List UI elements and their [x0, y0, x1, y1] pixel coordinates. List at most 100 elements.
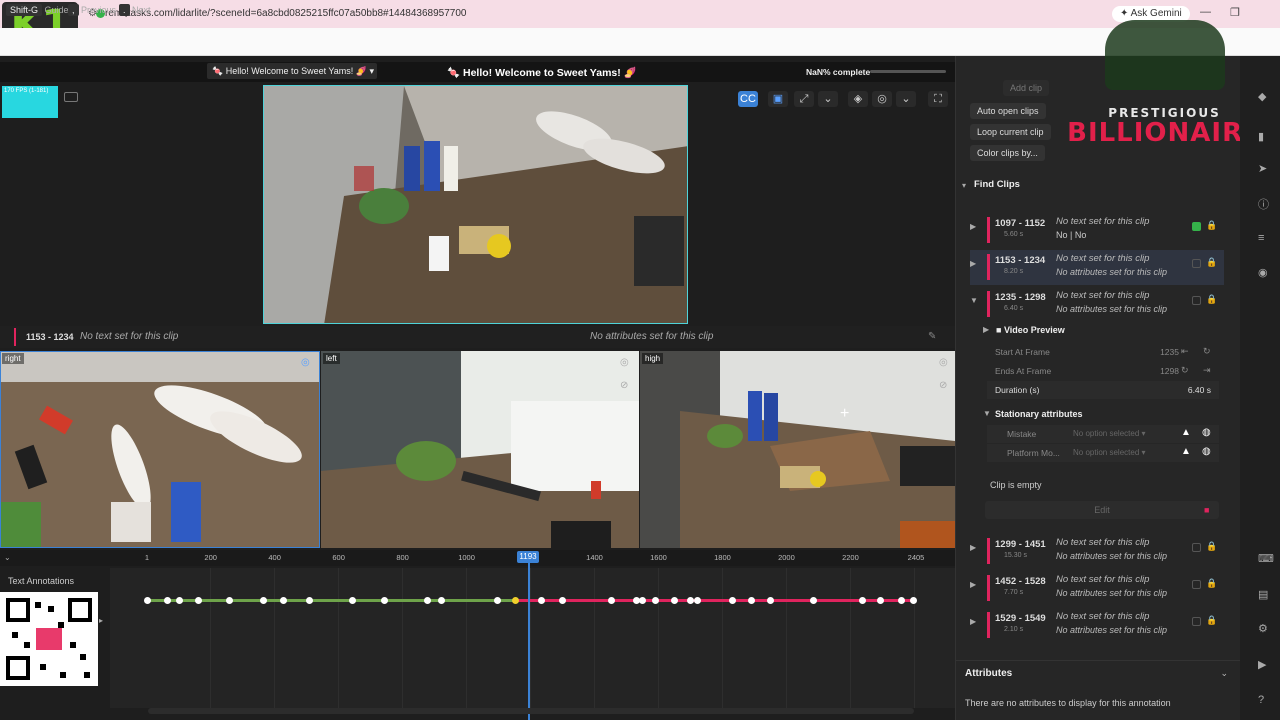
jump-start-icon[interactable]: ⇤	[1181, 346, 1189, 357]
url-field[interactable]: remotasks.com/lidarlite/?sceneId=6a8cbd0…	[105, 8, 466, 19]
camera-icon[interactable]: ▣	[768, 91, 788, 107]
clip-row[interactable]: ▶ 1153 - 1234 8.20 s No text set for thi…	[970, 250, 1224, 285]
keyframe-marker[interactable]	[910, 597, 917, 604]
stationary-attributes-heading[interactable]: Stationary attributes	[995, 409, 1083, 419]
list-icon[interactable]: ≡	[1258, 232, 1264, 244]
attr-select[interactable]: No option selected ▾	[1073, 448, 1146, 457]
clip-row[interactable]: ▼ 1235 - 1298 6.40 s No text set for thi…	[970, 287, 1224, 322]
tag-icon[interactable]: ◆	[1258, 90, 1266, 103]
chevron-right-icon[interactable]: ▶	[970, 580, 976, 589]
keyframe-marker[interactable]	[671, 597, 678, 604]
chevron-right-icon[interactable]: ▶	[970, 259, 976, 268]
lock-icon[interactable]: 🔒	[1206, 615, 1217, 626]
chevron-right-icon[interactable]: ▶	[983, 325, 989, 334]
target-icon[interactable]: ◎	[301, 357, 310, 368]
keyframe-marker[interactable]	[810, 597, 817, 604]
timeline-track[interactable]	[110, 568, 955, 708]
radio-icon[interactable]: ◉	[1258, 266, 1268, 279]
bookmark-icon[interactable]: ▮	[1258, 130, 1264, 143]
keyframe-marker[interactable]	[438, 597, 445, 604]
previous-shortcut[interactable]: , Previous	[68, 4, 116, 16]
ends-at-frame-input[interactable]: 1298	[1160, 366, 1179, 376]
scene-select[interactable]: 🍬 Hello! Welcome to Sweet Yams! 🍠 ▾	[207, 63, 377, 79]
chevron-down-icon[interactable]: ⌄	[896, 91, 916, 107]
keyframe-marker[interactable]	[767, 597, 774, 604]
chevron-down-icon[interactable]: ⌄	[1220, 668, 1228, 679]
attr-select[interactable]: No option selected ▾	[1073, 429, 1146, 438]
add-clip-button[interactable]: Add clip	[1003, 80, 1050, 96]
chevron-right-icon[interactable]: ▶	[970, 543, 976, 552]
chevron-down-icon[interactable]: ▾	[962, 181, 966, 190]
maximize-button[interactable]: ❐	[1230, 6, 1240, 19]
keyboard-icon[interactable]	[64, 92, 78, 102]
help-icon[interactable]: ?	[1258, 694, 1264, 706]
clip-checkbox[interactable]	[1192, 222, 1201, 231]
edit-button[interactable]: Edit	[985, 501, 1219, 519]
keyframe-marker[interactable]	[144, 597, 151, 604]
lock-icon[interactable]: 🔒	[1206, 578, 1217, 589]
keyframe-marker[interactable]	[280, 597, 287, 604]
lock-icon[interactable]: 🔒	[1206, 220, 1217, 231]
keyframe-marker[interactable]	[260, 597, 267, 604]
clip-row[interactable]: ▶ 1529 - 1549 2.10 s No text set for thi…	[970, 608, 1224, 643]
clip-checkbox[interactable]	[1192, 296, 1201, 305]
send-icon[interactable]: ➤	[1258, 162, 1267, 175]
clip-checkbox[interactable]	[1192, 617, 1201, 626]
keyframe-marker[interactable]	[164, 597, 171, 604]
lock-icon[interactable]: 🔒	[1206, 541, 1217, 552]
keyframe-marker[interactable]	[694, 597, 701, 604]
lock-icon[interactable]: 🔒	[1206, 294, 1217, 305]
keyframe-marker[interactable]	[639, 597, 646, 604]
keyframe-marker[interactable]	[729, 597, 736, 604]
layers-icon[interactable]: ◈	[848, 91, 868, 107]
book-icon[interactable]: ▤	[1258, 588, 1268, 601]
playhead-frame[interactable]: 1193	[517, 551, 539, 563]
keyframe-marker[interactable]	[687, 597, 694, 604]
camera-view-right[interactable]	[0, 351, 320, 548]
keyframe-marker[interactable]	[424, 597, 431, 604]
reset-icon[interactable]: ↻	[1181, 365, 1189, 376]
guide-shortcut[interactable]: Shift-G Guide	[6, 4, 69, 16]
keyframe-marker[interactable]	[306, 597, 313, 604]
info-icon[interactable]: ⓘ	[1258, 196, 1269, 212]
camera-view-left[interactable]	[321, 351, 639, 548]
chevron-right-icon[interactable]: ▸	[99, 616, 103, 625]
chevron-down-icon[interactable]: ⌄	[4, 553, 11, 562]
settings-icon[interactable]: ⚙	[1258, 622, 1268, 635]
find-clips-heading[interactable]: Find Clips	[974, 179, 1020, 190]
keyframe-marker[interactable]	[512, 597, 519, 604]
clip-checkbox[interactable]	[1192, 580, 1201, 589]
clip-row[interactable]: ▶ 1452 - 1528 7.70 s No text set for thi…	[970, 571, 1224, 606]
keyframe-marker[interactable]	[176, 597, 183, 604]
keyframe-marker[interactable]	[877, 597, 884, 604]
keyframe-marker[interactable]	[381, 597, 388, 604]
keyframe-marker[interactable]	[898, 597, 905, 604]
keyframe-marker[interactable]	[195, 597, 202, 604]
keyframe-marker[interactable]	[349, 597, 356, 604]
fullscreen-icon[interactable]: ⛶	[928, 91, 948, 107]
keyframe-marker[interactable]	[538, 597, 545, 604]
keyframe-marker[interactable]	[608, 597, 615, 604]
start-at-frame-input[interactable]: 1235	[1160, 347, 1179, 357]
camera-view-high[interactable]	[640, 351, 955, 548]
loop-current-clip-button[interactable]: Loop current clip	[970, 124, 1051, 140]
minimize-button[interactable]: —	[1200, 6, 1211, 18]
target-icon[interactable]: ◎	[939, 357, 948, 368]
chevron-right-icon[interactable]: ▶	[970, 222, 976, 231]
color-clips-button[interactable]: Color clips by...	[970, 145, 1045, 161]
main-video-view[interactable]	[263, 85, 688, 324]
chevron-down-icon[interactable]: ⌄	[818, 91, 838, 107]
eye-off-icon[interactable]: ⊘	[939, 380, 947, 391]
timeline-ruler[interactable]	[0, 550, 955, 566]
target-icon[interactable]: ◎	[872, 91, 892, 107]
palette-icon[interactable]: ◍	[1202, 427, 1211, 438]
clip-checkbox[interactable]	[1192, 259, 1201, 268]
jump-end-icon[interactable]: ⇥	[1203, 365, 1211, 376]
clip-row[interactable]: ▶ 1097 - 1152 5.60 s No text set for thi…	[970, 213, 1224, 248]
play-icon[interactable]: ▶	[1258, 658, 1266, 671]
clip-row[interactable]: ▶ 1299 - 1451 15.30 s No text set for th…	[970, 534, 1224, 569]
clip-checkbox[interactable]	[1192, 543, 1201, 552]
keyframe-marker[interactable]	[559, 597, 566, 604]
keyframe-marker[interactable]	[748, 597, 755, 604]
chevron-down-icon[interactable]: ▼	[970, 296, 978, 305]
